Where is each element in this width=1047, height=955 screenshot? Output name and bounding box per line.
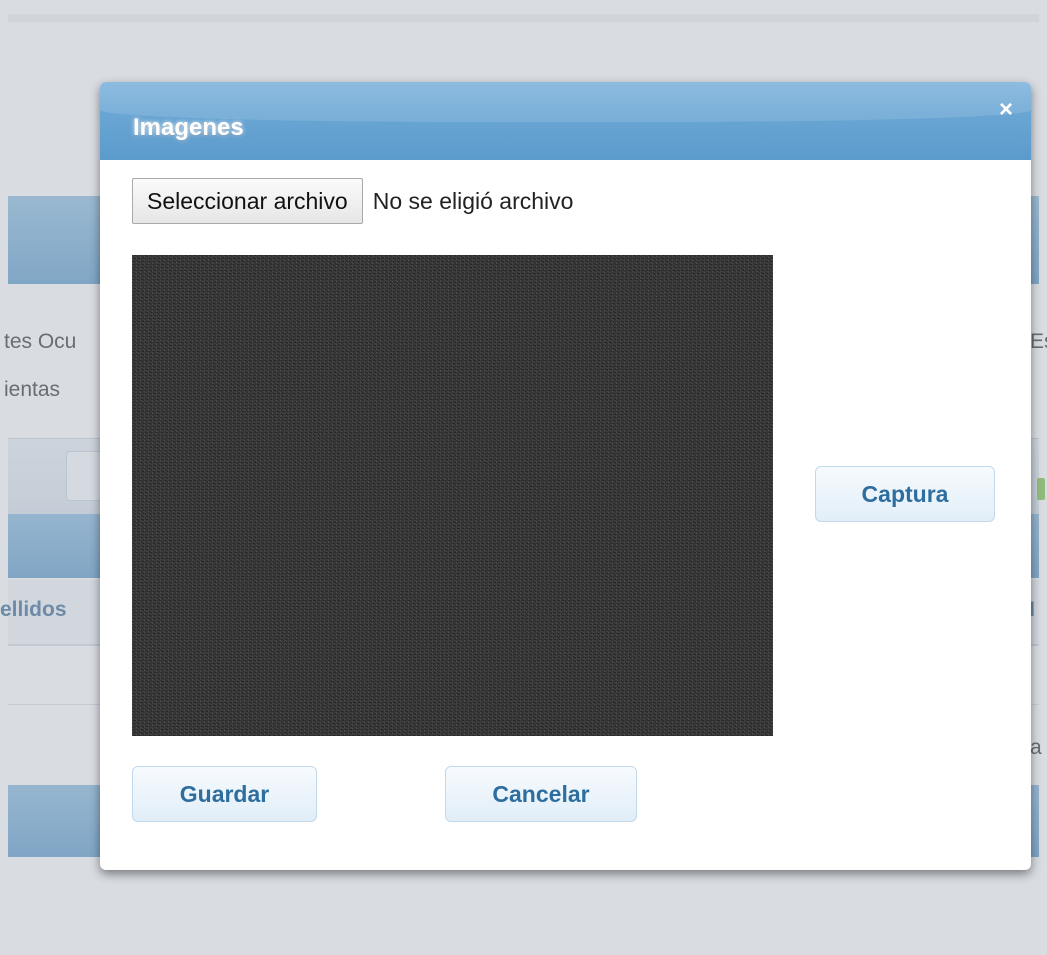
file-input: Seleccionar archivo No se eligió archivo [132,178,573,224]
camera-preview [132,255,773,736]
select-file-button[interactable]: Seleccionar archivo [132,178,363,224]
images-dialog: Imagenes × Seleccionar archivo No se eli… [100,82,1031,870]
page: tes Ocu Es ientas A ellidos I a Imagenes… [0,0,1047,955]
cancel-button[interactable]: Cancelar [445,766,637,822]
capture-button[interactable]: Captura [815,466,995,522]
close-icon[interactable]: × [999,98,1013,122]
file-status-text: No se eligió archivo [372,187,574,214]
dialog-header: Imagenes × [100,82,1031,160]
save-button[interactable]: Guardar [132,766,317,822]
dialog-title: Imagenes [133,114,244,141]
